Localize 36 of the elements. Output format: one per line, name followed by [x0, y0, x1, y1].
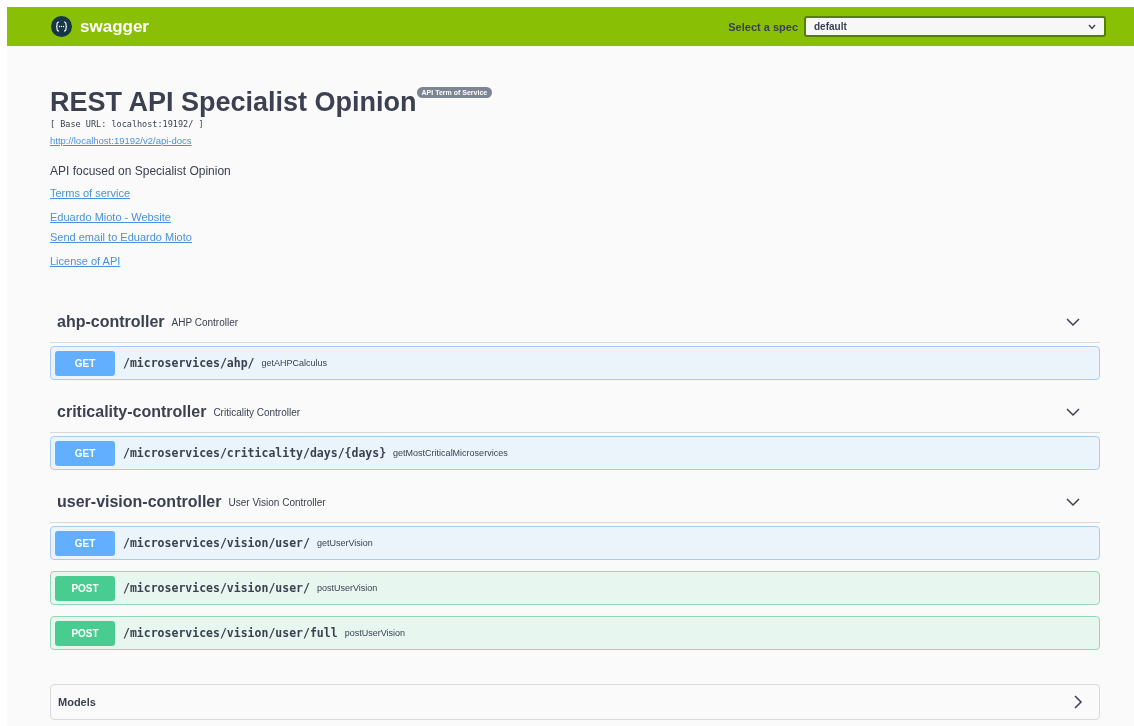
endpoint-path: /microservices/vision/user/full: [123, 626, 338, 640]
operation-summary: postUserVision: [344, 628, 405, 638]
operation-row[interactable]: GET /microservices/ahp/ getAHPCalculus: [50, 346, 1100, 380]
spec-label: Select a spec: [728, 20, 798, 33]
controller-header[interactable]: ahp-controller AHP Controller: [50, 302, 1100, 343]
chevron-right-icon: [1071, 695, 1085, 709]
logo-icon: [51, 16, 72, 37]
operation-row[interactable]: POST /microservices/vision/user/ postUserVision: [50, 571, 1100, 605]
logo-text: swagger: [80, 16, 149, 37]
operation-row[interactable]: POST /microservices/vision/user/full postUserVision: [50, 616, 1100, 650]
operation-summary: postUserVision: [316, 583, 378, 593]
operation-row[interactable]: GET /microservices/vision/user/ getUserVision: [50, 526, 1100, 560]
chevron-down-icon: [1066, 405, 1080, 419]
operation-summary: getAHPCalculus: [261, 358, 328, 368]
caret-icon: [1088, 23, 1096, 30]
operation-row[interactable]: GET /microservices/criticality/days/{days} getMostCriticalMicroservices: [50, 436, 1100, 470]
controller-header[interactable]: user-vision-controller User Vision Controller: [50, 482, 1100, 523]
endpoint-path: /microservices/vision/user/: [123, 536, 310, 550]
api-description: API focused on Specialist Opinion: [50, 164, 232, 178]
method-badge: POST: [55, 620, 115, 646]
method-badge: GET: [55, 440, 115, 466]
spec-select[interactable]: default: [804, 16, 1106, 37]
chevron-down-icon: [1066, 495, 1080, 509]
models-section[interactable]: Models: [50, 684, 1100, 720]
controller-header[interactable]: criticality-controller Criticality Controller: [50, 392, 1100, 433]
method-badge: POST: [55, 575, 115, 601]
base-url: [ Base URL: localhost:19192/ ]: [50, 119, 205, 129]
operation-summary: getMostCriticalMicroservices: [393, 448, 508, 458]
endpoint-path: /microservices/ahp/: [123, 356, 255, 370]
method-badge: GET: [55, 350, 115, 376]
endpoint-path: /microservices/vision/user/: [123, 581, 310, 595]
method-badge: GET: [55, 530, 115, 556]
endpoint-path: /microservices/criticality/days/{days}: [123, 446, 387, 460]
chevron-down-icon: [1066, 315, 1080, 329]
operation-summary: getUserVision: [316, 538, 373, 548]
api-title: REST API Specialist Opinion: [50, 86, 417, 118]
